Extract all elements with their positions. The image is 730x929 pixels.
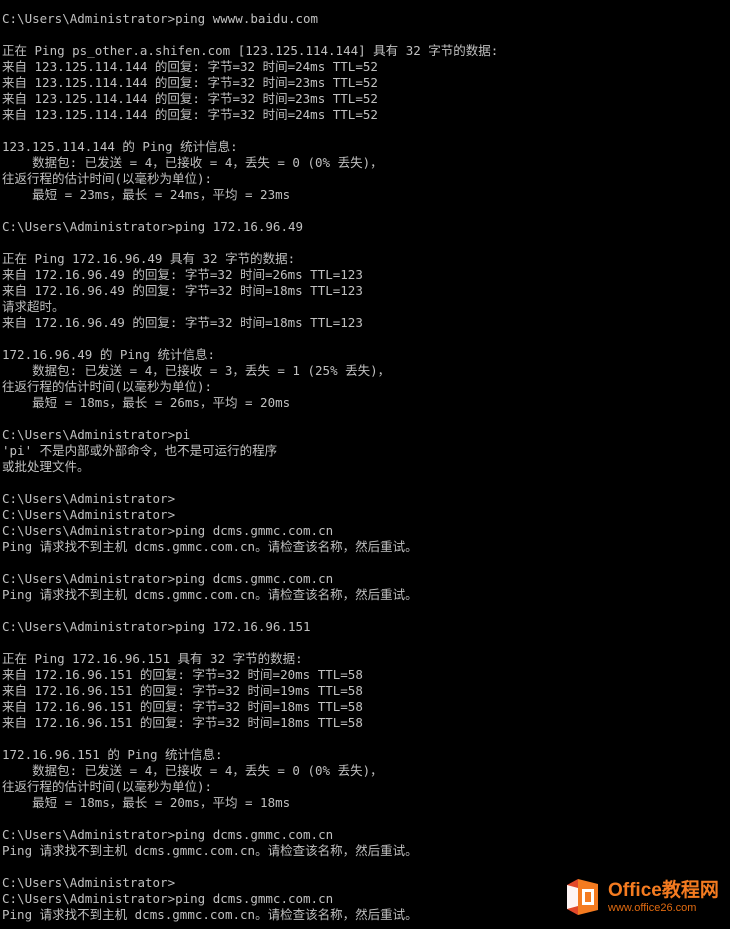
console-line: C:\Users\Administrator> <box>2 507 176 522</box>
console-line: C:\Users\Administrator>pi <box>2 427 191 442</box>
console-line: 请求超时。 <box>2 299 65 314</box>
console-line: 来自 123.125.114.144 的回复: 字节=32 时间=23ms TT… <box>2 91 378 106</box>
console-line: 123.125.114.144 的 Ping 统计信息: <box>2 139 238 154</box>
console-line: 172.16.96.49 的 Ping 统计信息: <box>2 347 216 362</box>
console-line: 最短 = 23ms，最长 = 24ms，平均 = 23ms <box>2 187 291 202</box>
office-logo-icon <box>564 876 602 918</box>
console-line: 来自 123.125.114.144 的回复: 字节=32 时间=24ms TT… <box>2 59 378 74</box>
console-line: 往返行程的估计时间(以毫秒为单位): <box>2 379 213 394</box>
console-line: 或批处理文件。 <box>2 459 90 474</box>
console-line: 正在 Ping 172.16.96.49 具有 32 字节的数据: <box>2 251 296 266</box>
console-line: 正在 Ping ps_other.a.shifen.com [123.125.1… <box>2 43 499 58</box>
console-line: 正在 Ping 172.16.96.151 具有 32 字节的数据: <box>2 651 303 666</box>
console-line: 数据包: 已发送 = 4，已接收 = 4，丢失 = 0 (0% 丢失)， <box>2 155 383 170</box>
console-line: 来自 172.16.96.151 的回复: 字节=32 时间=20ms TTL=… <box>2 667 363 682</box>
office26-watermark: Office教程网 www.office26.com <box>564 871 726 923</box>
console-line: C:\Users\Administrator>ping 172.16.96.15… <box>2 619 311 634</box>
watermark-title: Office教程网 <box>608 879 719 901</box>
console-line: C:\Users\Administrator>ping dcms.gmmc.co… <box>2 571 334 586</box>
console-line: C:\Users\Administrator>ping dcms.gmmc.co… <box>2 827 334 842</box>
console-line: C:\Users\Administrator>ping dcms.gmmc.co… <box>2 523 334 538</box>
console-line: 来自 172.16.96.49 的回复: 字节=32 时间=18ms TTL=1… <box>2 315 363 330</box>
console-line: 最短 = 18ms，最长 = 26ms，平均 = 20ms <box>2 395 291 410</box>
console-line: 172.16.96.151 的 Ping 统计信息: <box>2 747 223 762</box>
console-line: 来自 172.16.96.151 的回复: 字节=32 时间=19ms TTL=… <box>2 683 363 698</box>
console-line: C:\Users\Administrator>ping 172.16.96.49 <box>2 219 304 234</box>
console-line: 最短 = 18ms，最长 = 20ms，平均 = 18ms <box>2 795 291 810</box>
console-line: 数据包: 已发送 = 4，已接收 = 3，丢失 = 1 (25% 丢失)， <box>2 363 391 378</box>
console-line: 'pi' 不是内部或外部命令，也不是可运行的程序 <box>2 443 278 458</box>
console-line: 来自 172.16.96.49 的回复: 字节=32 时间=18ms TTL=1… <box>2 283 363 298</box>
console-line: Ping 请求找不到主机 dcms.gmmc.com.cn。请检查该名称，然后重… <box>2 587 418 602</box>
console-output[interactable]: C:\Users\Administrator>ping wwww.baidu.c… <box>2 11 728 923</box>
console-line: 来自 172.16.96.151 的回复: 字节=32 时间=18ms TTL=… <box>2 699 363 714</box>
console-line: Ping 请求找不到主机 dcms.gmmc.com.cn。请检查该名称，然后重… <box>2 843 418 858</box>
console-line: C:\Users\Administrator>ping wwww.baidu.c… <box>2 11 319 26</box>
console-line: 往返行程的估计时间(以毫秒为单位): <box>2 171 213 186</box>
console-line: 来自 123.125.114.144 的回复: 字节=32 时间=23ms TT… <box>2 75 378 90</box>
console-line: C:\Users\Administrator> <box>2 491 176 506</box>
console-line: 数据包: 已发送 = 4，已接收 = 4，丢失 = 0 (0% 丢失)， <box>2 763 383 778</box>
watermark-url: www.office26.com <box>608 901 697 914</box>
console-line: 来自 172.16.96.49 的回复: 字节=32 时间=26ms TTL=1… <box>2 267 363 282</box>
console-line: Ping 请求找不到主机 dcms.gmmc.com.cn。请检查该名称，然后重… <box>2 539 418 554</box>
console-line: 来自 172.16.96.151 的回复: 字节=32 时间=18ms TTL=… <box>2 715 363 730</box>
console-line: 往返行程的估计时间(以毫秒为单位): <box>2 779 213 794</box>
console-line: 来自 123.125.114.144 的回复: 字节=32 时间=24ms TT… <box>2 107 378 122</box>
